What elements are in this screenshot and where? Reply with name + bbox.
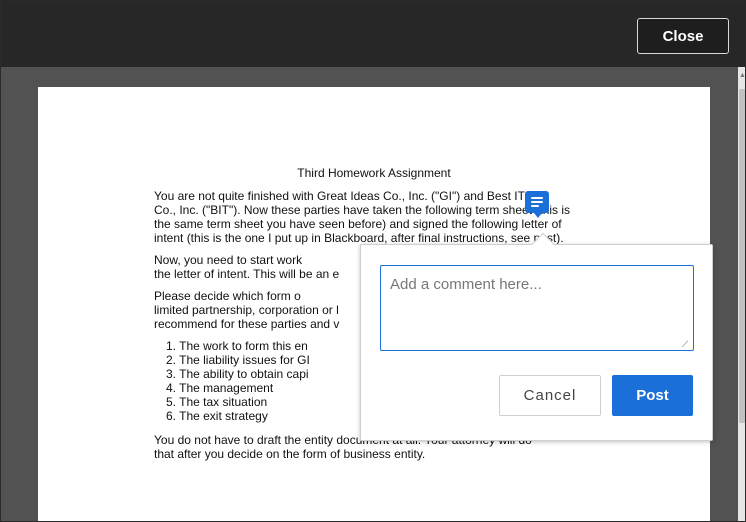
paragraph-line: that after you decide on the form of bus…: [154, 447, 426, 461]
paragraph-line: You are not quite finished with Great Id…: [154, 189, 525, 203]
paragraph-line: Please decide which form o: [154, 289, 301, 303]
paragraph-line: Now, you need to start work: [154, 253, 303, 267]
comment-popover: ⟋ Cancel Post: [360, 244, 713, 441]
list-item: 4. The management: [166, 381, 274, 395]
cancel-button[interactable]: Cancel: [499, 375, 601, 416]
top-toolbar: Close: [1, 1, 745, 67]
close-button[interactable]: Close: [637, 18, 729, 54]
document-title: Third Homework Assignment: [297, 166, 451, 180]
paragraph-line: the same term sheet you have seen before…: [154, 217, 562, 231]
paragraph-line: the letter of intent. This will be an e: [154, 267, 340, 281]
paragraph-line: intent (this is the one I put up in Blac…: [154, 231, 564, 245]
scroll-up-arrow-icon[interactable]: ▲: [739, 71, 745, 81]
paragraph-line: limited partnership, corporation or l: [154, 303, 339, 317]
comment-marker-icon[interactable]: [525, 191, 549, 218]
list-item: 3. The ability to obtain capi: [166, 367, 309, 381]
paragraph-line: recommend for these parties and v: [154, 317, 340, 331]
post-button[interactable]: Post: [612, 375, 693, 416]
list-item: 5. The tax situation: [166, 395, 268, 409]
resize-grip-icon[interactable]: ⟋: [682, 339, 692, 349]
comment-input[interactable]: [380, 265, 694, 351]
list-item: 6. The exit strategy: [166, 409, 268, 423]
list-item: 2. The liability issues for GI: [166, 353, 310, 367]
list-item: 1. The work to form this en: [166, 339, 308, 353]
document-viewer-window: Close ▲ Third Homework Assignment You ar…: [0, 0, 746, 522]
scrollbar-thumb[interactable]: [739, 89, 745, 423]
paragraph-line: Co., Inc. ("BIT"). Now these parties hav…: [154, 203, 571, 217]
